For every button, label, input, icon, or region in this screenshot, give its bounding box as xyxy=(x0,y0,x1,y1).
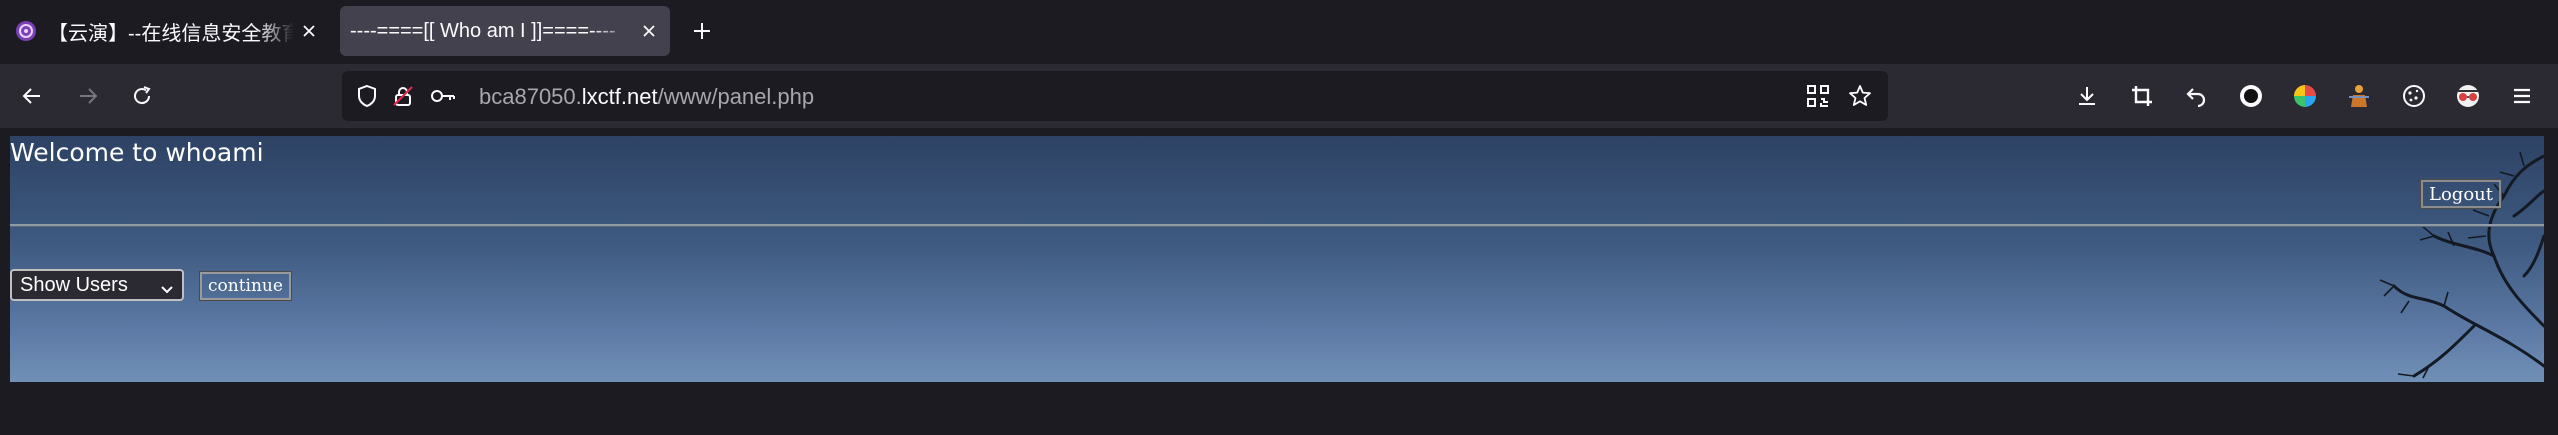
insecure-lock-icon[interactable] xyxy=(390,83,416,109)
new-tab-button[interactable] xyxy=(684,13,720,49)
undo-icon[interactable] xyxy=(2178,78,2214,114)
forward-button[interactable] xyxy=(70,78,106,114)
tab-title: 【云演】--在线信息安全教育平台 xyxy=(48,22,294,45)
close-tab-icon[interactable] xyxy=(294,16,324,46)
qr-code-icon[interactable] xyxy=(1805,83,1831,109)
tab-whoami[interactable]: ----====[[ Who am I ]]====---- xyxy=(340,6,670,56)
url-prefix: bca87050. xyxy=(479,84,582,109)
back-arrow-icon xyxy=(22,88,40,104)
reload-icon xyxy=(134,86,151,105)
page-viewport: Welcome to whoami Logout Show Users cont… xyxy=(10,136,2544,382)
key-icon[interactable] xyxy=(430,83,456,109)
reload-button[interactable] xyxy=(124,78,160,114)
cookie-icon[interactable] xyxy=(2396,78,2432,114)
url-host: lxctf.net xyxy=(581,84,658,109)
logout-button[interactable]: Logout xyxy=(2420,179,2502,209)
bookmark-star-icon[interactable] xyxy=(1847,83,1873,109)
forward-arrow-icon xyxy=(80,88,98,104)
menu-icon[interactable] xyxy=(2504,78,2540,114)
navigation-toolbar: bca87050.lxctf.net/www/panel.php xyxy=(0,64,2558,128)
action-select-value: Show Users xyxy=(20,273,128,296)
tab-yunyan[interactable]: 【云演】--在线信息安全教育平台 xyxy=(4,6,330,56)
record-icon[interactable] xyxy=(2233,78,2269,114)
download-icon[interactable] xyxy=(2069,78,2105,114)
color-wheel-icon[interactable] xyxy=(2287,78,2323,114)
action-select[interactable]: Show Users xyxy=(10,269,184,301)
divider xyxy=(10,224,2544,227)
close-tab-icon[interactable] xyxy=(634,16,664,46)
yunyan-logo-icon xyxy=(14,19,38,43)
url-path: /www/panel.php xyxy=(657,84,815,109)
url-text[interactable]: bca87050.lxctf.net/www/panel.php xyxy=(479,84,814,110)
extension-figure-icon[interactable] xyxy=(2341,78,2377,114)
back-button[interactable] xyxy=(14,78,50,114)
glasses-icon[interactable] xyxy=(2450,78,2486,114)
address-bar[interactable]: bca87050.lxctf.net/www/panel.php xyxy=(342,71,1888,121)
tree-branches-background xyxy=(2379,151,2544,379)
welcome-heading: Welcome to whoami xyxy=(10,138,264,167)
tab-strip: 【云演】--在线信息安全教育平台 ----====[[ Who am I ]]=… xyxy=(0,0,2558,64)
crop-icon[interactable] xyxy=(2124,78,2160,114)
shield-icon[interactable] xyxy=(354,83,380,109)
tab-title: ----====[[ Who am I ]]====---- xyxy=(350,19,616,42)
chevron-down-icon xyxy=(160,279,174,302)
continue-button[interactable]: continue xyxy=(199,271,292,301)
